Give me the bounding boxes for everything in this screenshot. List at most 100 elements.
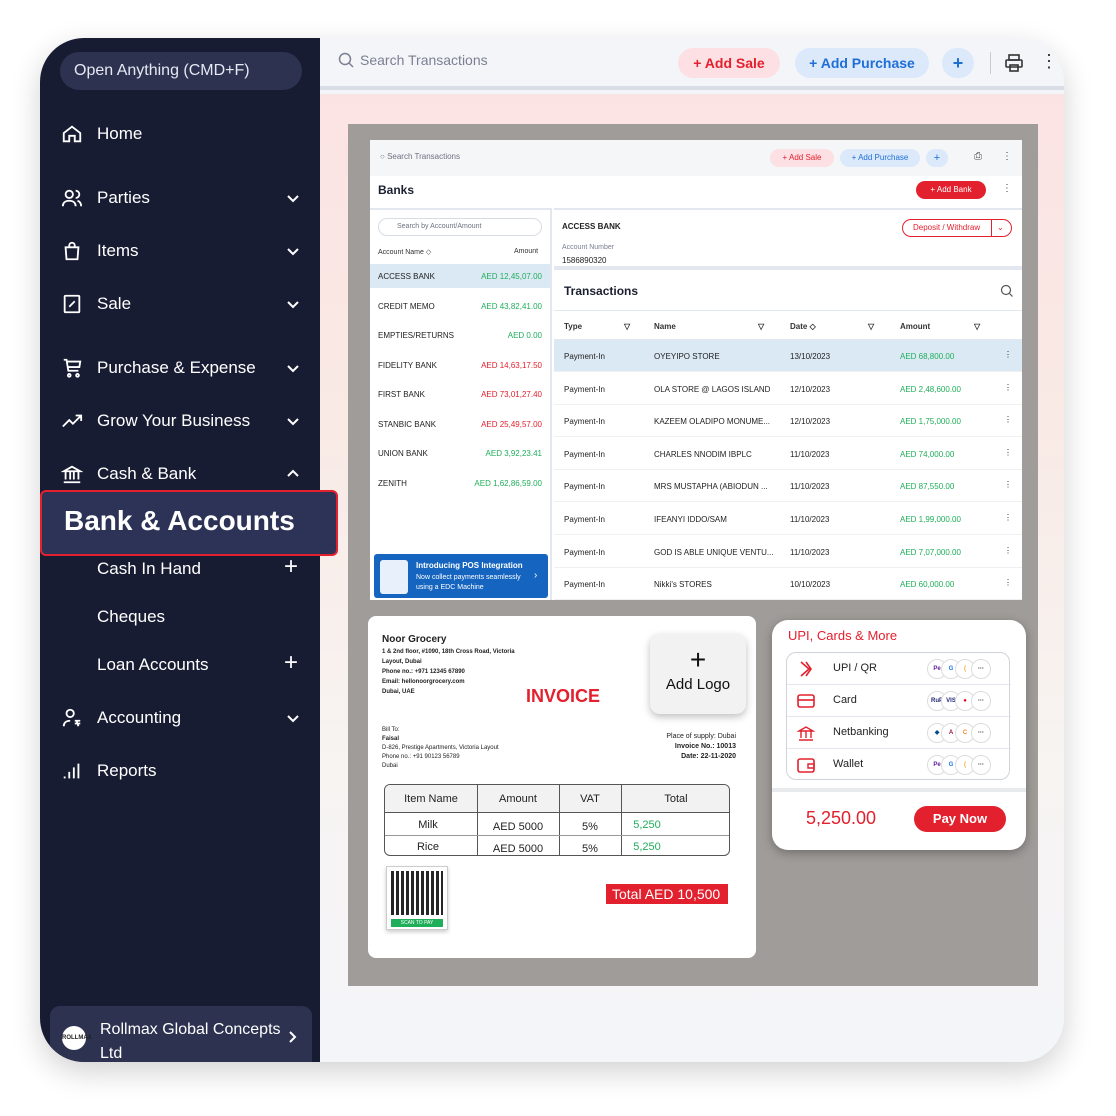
bank-account-row[interactable]: FIRST BANK AED 73,01,27.40: [370, 382, 550, 406]
add-purchase-button[interactable]: + Add Purchase: [795, 48, 929, 78]
filter-icon[interactable]: ▽: [624, 322, 630, 331]
transaction-row[interactable]: Payment-In MRS MUSTAPHA (ABIODUN ... 11/10…: [554, 470, 1022, 503]
sidebar-item-accounting[interactable]: Accounting: [40, 698, 320, 738]
row-menu-icon[interactable]: ⋮: [1004, 383, 1012, 392]
col-account-name[interactable]: Account Name ◇: [378, 248, 431, 256]
sidebar-item-cash-bank[interactable]: Cash & Bank: [40, 454, 320, 494]
more-options-icon[interactable]: ⋮: [1040, 52, 1058, 70]
inner-add-sale-button[interactable]: + Add Sale: [770, 149, 834, 167]
invoice-shop-name: Noor Grocery: [382, 634, 447, 645]
row-menu-icon[interactable]: ⋮: [1004, 448, 1012, 457]
company-switcher[interactable]: ROLLMAX Rollmax Global Concepts Ltd: [50, 1006, 312, 1062]
print-icon[interactable]: [1004, 53, 1024, 73]
bank-account-list: Search by Account/Amount Account Name ◇ …: [370, 208, 552, 600]
sidebar-item-label: Items: [97, 241, 139, 260]
tx-type: Payment-In: [564, 384, 605, 394]
pos-integration-banner[interactable]: Introducing POS Integration Now collect …: [374, 554, 548, 598]
chevron-down-icon[interactable]: [283, 358, 303, 378]
transaction-row[interactable]: Payment-In CHARLES NNODIM IBPLC 11/10/2023…: [554, 438, 1022, 470]
sidebar-subitem-cash-in-hand[interactable]: Cash In Hand +: [40, 551, 320, 587]
sidebar-subitem-cheques[interactable]: Cheques: [40, 599, 320, 635]
bank-account-row[interactable]: ACCESS BANK AED 12,45,07.00: [370, 264, 550, 288]
account-number: 1586890320: [562, 256, 607, 265]
col-date[interactable]: Date ◇: [790, 322, 816, 331]
deposit-withdraw-button[interactable]: Deposit / Withdraw ⌄: [902, 219, 1012, 237]
chevron-down-icon[interactable]: ⌄: [997, 220, 1004, 236]
row-menu-icon[interactable]: ⋮: [1004, 480, 1012, 489]
add-more-button[interactable]: +: [942, 48, 974, 78]
sidebar-item-purchase-expense[interactable]: Purchase & Expense: [40, 348, 320, 388]
bank-account-row[interactable]: UNION BANK AED 3,92,23.41: [370, 441, 550, 465]
bank-account-row[interactable]: EMPTIES/RETURNS AED 0.00: [370, 323, 550, 347]
payment-method-wallet[interactable]: Wallet Pe G(···: [787, 749, 1011, 781]
sidebar-item-parties[interactable]: Parties: [40, 178, 320, 218]
filter-icon[interactable]: ▽: [974, 322, 980, 331]
tx-amount: AED 68,800.00: [900, 352, 955, 361]
payment-amount: 5,250.00: [806, 808, 877, 828]
sidebar-subitem-loan-accounts[interactable]: Loan Accounts +: [40, 647, 320, 683]
add-loan-plus-icon[interactable]: +: [284, 651, 298, 675]
transaction-row[interactable]: Payment-In OYEYIPO STORE 13/10/2023 AED 68,…: [554, 340, 1022, 372]
bank-account-row[interactable]: ZENITH AED 1,62,86,59.00: [370, 471, 550, 495]
sidebar-item-reports[interactable]: Reports: [40, 751, 320, 791]
inner-search[interactable]: ○ Search Transactions: [380, 152, 460, 161]
transaction-row[interactable]: Payment-In OLA STORE @ LAGOS ISLAND 12/10/…: [554, 373, 1022, 405]
chevron-down-icon[interactable]: [283, 411, 303, 431]
chevron-down-icon[interactable]: [283, 294, 303, 314]
transaction-row[interactable]: Payment-In Nikki's STORES 10/10/2023 AED 60…: [554, 568, 1022, 601]
bank-account-amount: AED 3,92,23.41: [485, 449, 542, 458]
add-cash-plus-icon[interactable]: +: [284, 555, 298, 579]
search-icon[interactable]: [1000, 284, 1014, 298]
inner-print-icon[interactable]: ⎙: [974, 151, 982, 162]
bill-to-city: Dubai: [382, 763, 398, 769]
sidebar-item-grow-your-business[interactable]: Grow Your Business: [40, 401, 320, 441]
tx-date: 11/10/2023: [790, 547, 830, 557]
top-bar: Search Transactions + Add Sale + Add Pur…: [320, 38, 1064, 90]
payment-method-netbanking[interactable]: Netbanking ◆ A C ···: [787, 717, 1011, 749]
qr-code-image: [391, 871, 443, 915]
chevron-right-icon: [289, 1031, 297, 1043]
row-menu-icon[interactable]: ⋮: [1004, 415, 1012, 424]
col-amount[interactable]: Amount: [900, 322, 930, 331]
sidebar-item-sale[interactable]: Sale: [40, 284, 320, 324]
col-name[interactable]: Name: [654, 322, 676, 331]
transaction-row[interactable]: Payment-In GOD IS ABLE UNIQUE VENTU... 11/…: [554, 536, 1022, 568]
pay-now-button[interactable]: Pay Now: [914, 806, 1006, 832]
bill-to-label: Bill To:: [382, 727, 400, 733]
search-transactions[interactable]: Search Transactions: [338, 52, 488, 68]
bank-account-row[interactable]: STANBIC BANK AED 25,49,57.00: [370, 412, 550, 436]
add-logo-button[interactable]: + Add Logo: [650, 634, 746, 714]
tx-type: Payment-In: [564, 449, 605, 459]
chevron-down-icon[interactable]: [283, 708, 303, 728]
row-menu-icon[interactable]: ⋮: [1004, 546, 1012, 555]
banks-more-icon[interactable]: ⋮: [1002, 183, 1012, 194]
open-anything-search[interactable]: Open Anything (CMD+F): [60, 52, 302, 90]
sidebar-item-items[interactable]: Items: [40, 231, 320, 271]
sidebar-subitem-bank-accounts[interactable]: Bank & Accounts: [40, 490, 338, 556]
bank-account-row[interactable]: CREDIT MEMO AED 43,82,41.00: [370, 294, 550, 318]
transaction-row[interactable]: Payment-In KAZEEM OLADIPO MONUME... 12/10/…: [554, 405, 1022, 438]
payment-method-upi[interactable]: UPI / QR Pe G(···: [787, 653, 1011, 685]
filter-icon[interactable]: ▽: [868, 322, 874, 331]
inner-add-purchase-button[interactable]: + Add Purchase: [840, 149, 920, 167]
invoice-shop-address: 1 & 2nd floor, #1090, 18th Cross Road, V…: [382, 647, 532, 697]
chevron-down-icon[interactable]: [283, 241, 303, 261]
tx-amount: AED 87,550.00: [900, 482, 955, 492]
chevron-up-icon[interactable]: [283, 464, 303, 484]
account-search-input[interactable]: Search by Account/Amount: [378, 218, 542, 236]
chevron-down-icon[interactable]: [283, 188, 303, 208]
row-menu-icon[interactable]: ⋮: [1004, 513, 1012, 522]
add-sale-button[interactable]: + Add Sale: [678, 48, 780, 78]
row-menu-icon[interactable]: ⋮: [1004, 350, 1012, 359]
inner-more-icon[interactable]: ⋮: [1002, 151, 1012, 162]
row-menu-icon[interactable]: ⋮: [1004, 578, 1012, 587]
add-bank-button[interactable]: + Add Bank: [916, 181, 986, 199]
col-type[interactable]: Type: [564, 322, 582, 331]
sidebar-item-home[interactable]: Home: [40, 114, 320, 154]
payment-method-card[interactable]: Card RuP VIS ● ···: [787, 685, 1011, 717]
tx-date: 11/10/2023: [790, 482, 830, 492]
transaction-row[interactable]: Payment-In IFEANYI IDDO/SAM 11/10/2023 AED …: [554, 503, 1022, 535]
filter-icon[interactable]: ▽: [758, 322, 764, 331]
bank-account-row[interactable]: FIDELITY BANK AED 14,63,17.50: [370, 353, 550, 377]
inner-add-more-button[interactable]: +: [926, 149, 948, 167]
